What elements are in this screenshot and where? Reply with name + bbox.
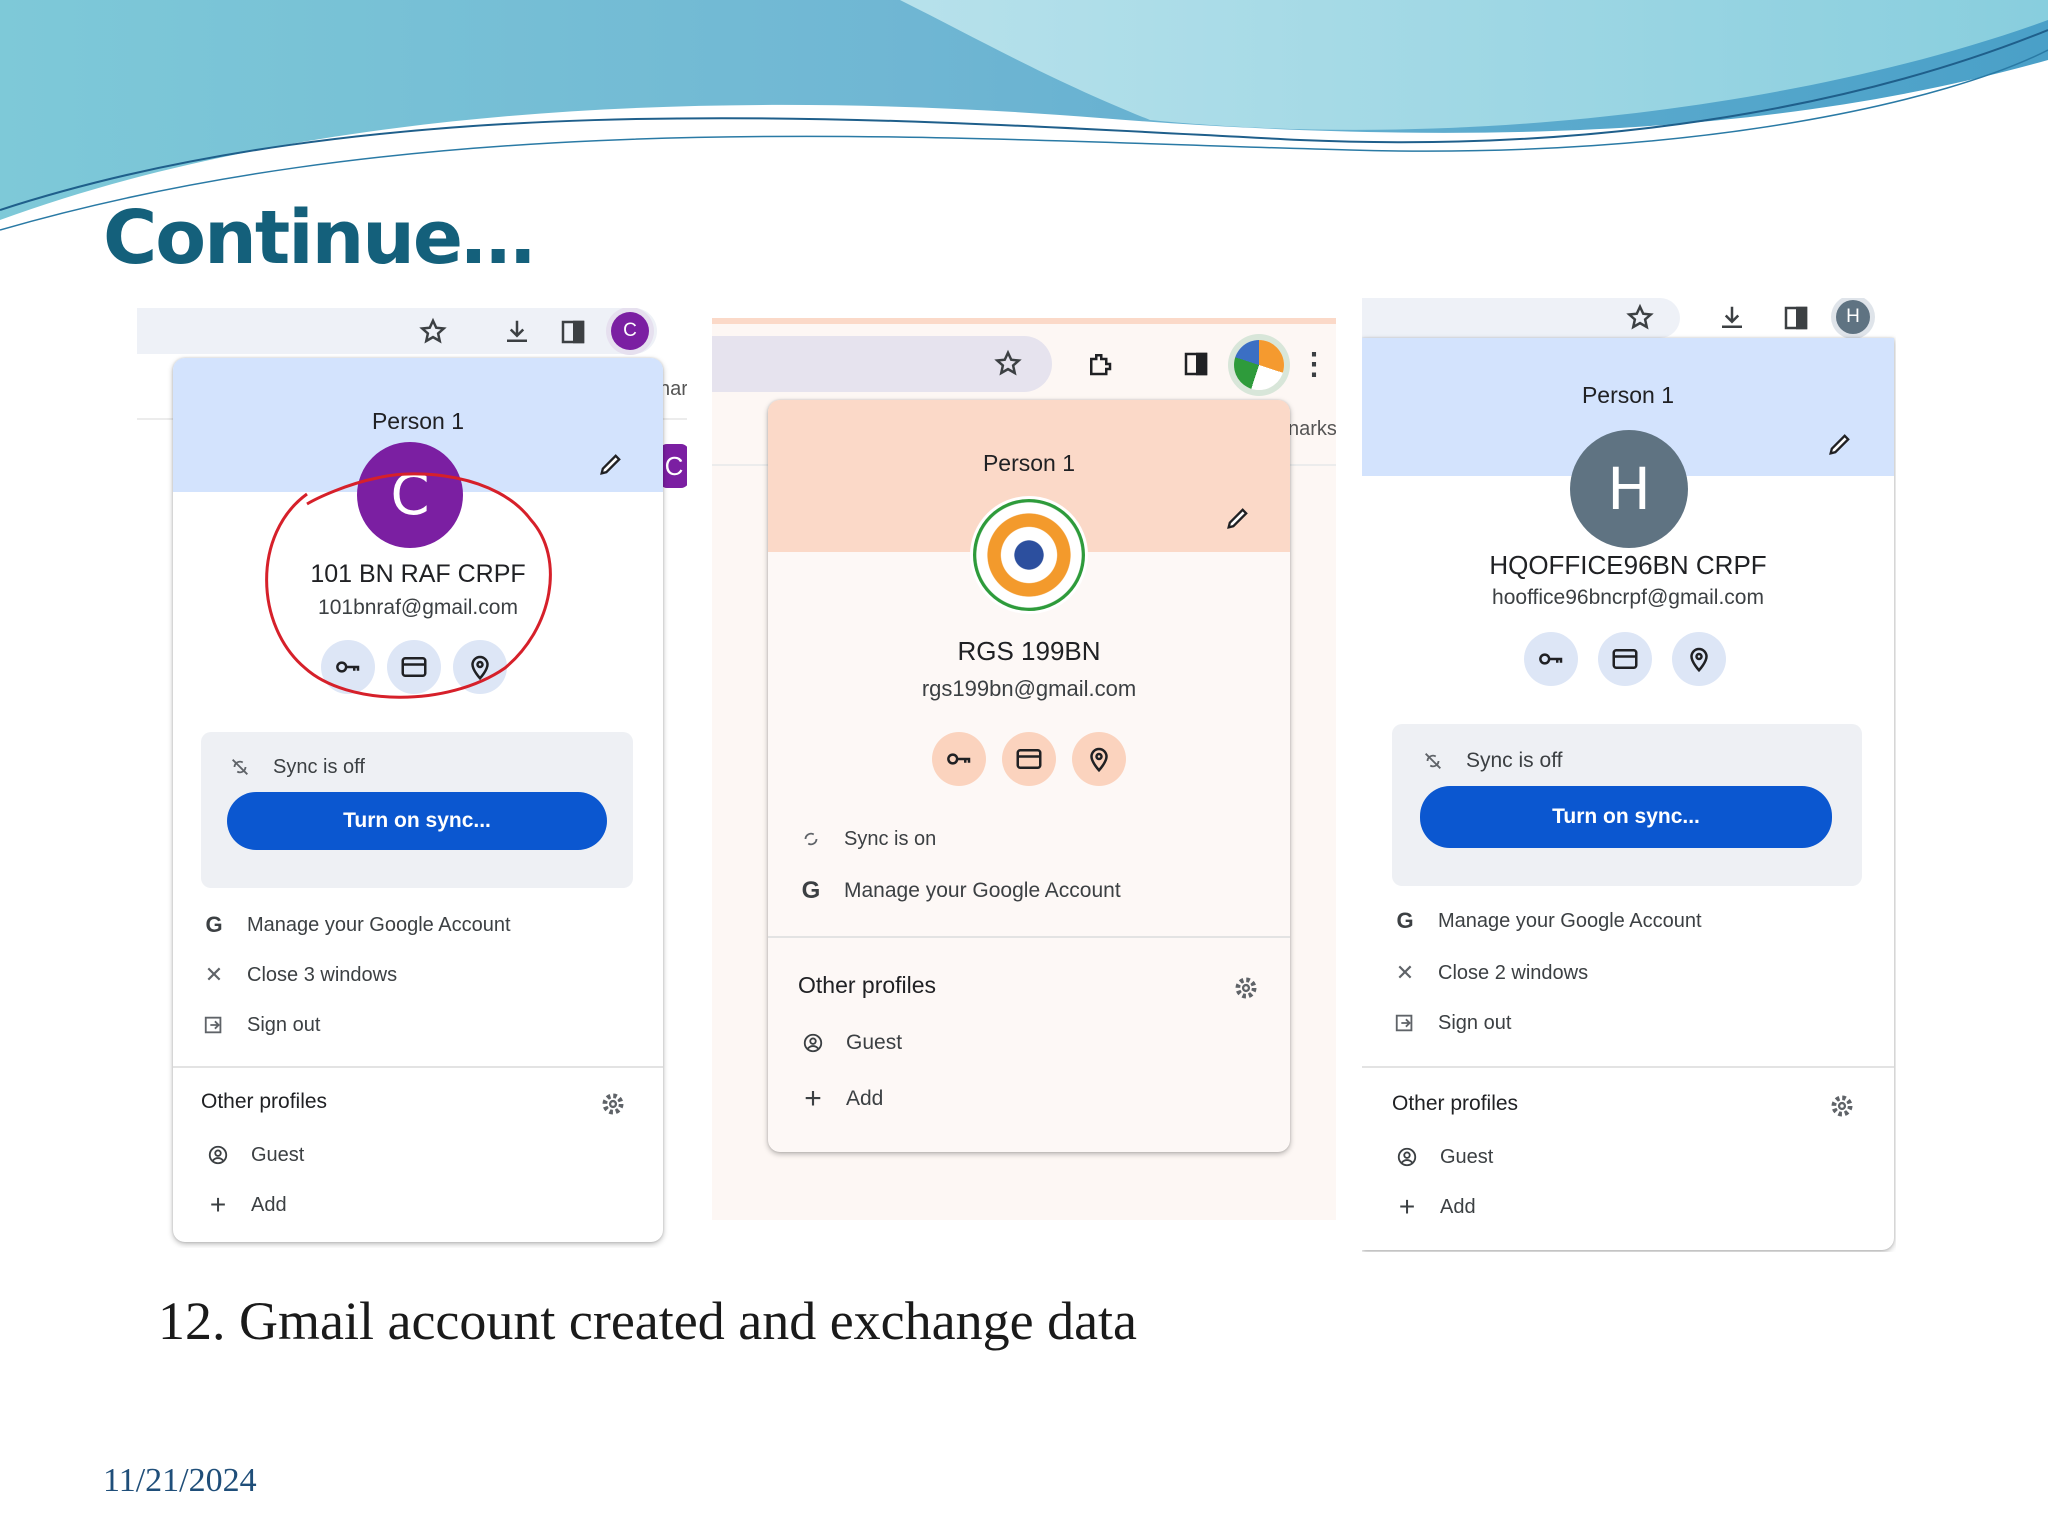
sync-status: Sync is off bbox=[227, 754, 365, 780]
side-panel-icon[interactable] bbox=[551, 310, 595, 354]
profile-menu: Person 1 C 101 BN RAF CRPF 101bnraf@gmai… bbox=[173, 358, 663, 1242]
bookmarks-peek-text: narks bbox=[1288, 418, 1336, 440]
account-email: hoofficе96bncrpf@gmail.com bbox=[1492, 586, 1764, 609]
edit-pencil-icon[interactable] bbox=[597, 450, 625, 478]
profile-label: Person 1 bbox=[982, 450, 1076, 476]
side-panel-icon[interactable] bbox=[1174, 342, 1218, 386]
sync-status: Sync is off bbox=[1420, 748, 1563, 774]
download-icon[interactable] bbox=[495, 310, 539, 354]
extensions-icon[interactable] bbox=[1078, 342, 1122, 386]
guest-avatar-icon bbox=[800, 1030, 826, 1056]
close-icon: ✕ bbox=[1395, 960, 1415, 985]
sync-on-icon bbox=[798, 826, 824, 852]
profile-menu: Person 1 RGS 199BN rgs199bn@gmail.com Sy… bbox=[768, 400, 1290, 1152]
gear-icon[interactable] bbox=[1828, 1092, 1856, 1120]
profile-add[interactable]: + Add bbox=[800, 1082, 883, 1115]
google-g-icon: G bbox=[205, 912, 223, 937]
slide-caption: 12. Gmail account created and exchange d… bbox=[158, 1291, 1138, 1351]
turn-on-sync-button[interactable]: Turn on sync... bbox=[227, 792, 607, 850]
google-g-icon: G bbox=[801, 877, 821, 904]
account-name: HQOFFICE96BN CRPF bbox=[1489, 550, 1767, 580]
profile-avatar: H bbox=[1570, 430, 1688, 548]
profile-menu: Person 1 H HQOFFICE96BN CRPF hoofficе96b… bbox=[1362, 338, 1894, 1250]
bookmark-star-icon[interactable] bbox=[986, 342, 1030, 386]
account-email: rgs199bn@gmail.com bbox=[921, 676, 1137, 701]
screenshot-profile-hqoffice96bn: H Person 1 H HQOFFICE96BN CRPF hoofficе9… bbox=[1362, 298, 1896, 1252]
edit-pencil-icon[interactable] bbox=[1826, 430, 1854, 458]
sync-off-icon bbox=[227, 754, 253, 780]
profile-avatar: C bbox=[357, 442, 463, 548]
card-icon[interactable] bbox=[1002, 732, 1056, 786]
profile-avatar-emblem bbox=[970, 496, 1088, 614]
card-icon[interactable] bbox=[1598, 632, 1652, 686]
gear-icon[interactable] bbox=[1232, 974, 1260, 1002]
bookmark-star-icon[interactable] bbox=[411, 310, 455, 354]
guest-avatar-icon bbox=[1394, 1144, 1420, 1170]
google-g-icon: G bbox=[1396, 908, 1414, 933]
section-divider bbox=[1362, 1066, 1894, 1068]
plus-icon: + bbox=[1398, 1191, 1416, 1222]
sync-status: Sync is on bbox=[798, 826, 936, 852]
card-icon[interactable] bbox=[387, 640, 441, 694]
menu-item-manage-account[interactable]: G Manage your Google Account bbox=[798, 877, 1121, 904]
peek-avatar: C bbox=[659, 444, 687, 488]
close-icon: ✕ bbox=[204, 962, 224, 987]
other-profiles-heading: Other profiles bbox=[201, 1090, 328, 1113]
gear-icon[interactable] bbox=[599, 1090, 627, 1118]
sync-off-icon bbox=[1420, 748, 1446, 774]
account-name: RGS 199BN bbox=[957, 636, 1101, 666]
location-icon[interactable] bbox=[453, 640, 507, 694]
side-panel-icon[interactable] bbox=[1774, 298, 1818, 340]
turn-on-sync-button[interactable]: Turn on sync... bbox=[1420, 786, 1832, 848]
section-divider bbox=[768, 936, 1290, 938]
guest-avatar-icon bbox=[205, 1142, 231, 1168]
profile-add[interactable]: + Add bbox=[1394, 1191, 1476, 1222]
menu-item-manage-account[interactable]: G Manage your Google Account bbox=[201, 912, 510, 938]
profile-guest[interactable]: Guest bbox=[1394, 1144, 1493, 1170]
section-divider bbox=[173, 1066, 663, 1068]
menu-item-sign-out[interactable]: Sign out bbox=[1392, 1010, 1511, 1036]
other-profiles-heading: Other profiles bbox=[1392, 1092, 1519, 1115]
profile-label: Person 1 bbox=[371, 408, 465, 434]
menu-item-close-windows[interactable]: ✕ Close 2 windows bbox=[1392, 960, 1588, 986]
key-icon[interactable] bbox=[1524, 632, 1578, 686]
profile-add[interactable]: + Add bbox=[205, 1189, 287, 1220]
account-email: 101bnraf@gmail.com bbox=[318, 596, 518, 619]
location-icon[interactable] bbox=[1672, 632, 1726, 686]
sign-out-icon bbox=[201, 1012, 227, 1038]
menu-item-close-windows[interactable]: ✕ Close 3 windows bbox=[201, 962, 397, 988]
slide: Continue… C nar C Person 1 C 101 BN RAF … bbox=[0, 0, 2048, 1536]
toolbar-profile-avatar[interactable] bbox=[1234, 340, 1284, 390]
profile-label: Person 1 bbox=[1581, 382, 1675, 408]
location-icon[interactable] bbox=[1072, 732, 1126, 786]
screenshot-profile-101bn: C nar C Person 1 C 101 BN RAF CRPF 101bn… bbox=[137, 308, 687, 1248]
key-icon[interactable] bbox=[321, 640, 375, 694]
screenshot-profile-rgs199bn: ⋮ narks Person 1 RGS 199BN rgs199bn@gmai… bbox=[712, 318, 1336, 1220]
menu-item-manage-account[interactable]: G Manage your Google Account bbox=[1392, 908, 1701, 934]
bookmark-star-icon[interactable] bbox=[1618, 298, 1662, 340]
toolbar-profile-avatar[interactable]: H bbox=[1836, 300, 1870, 334]
sign-out-icon bbox=[1392, 1010, 1418, 1036]
other-profiles-heading: Other profiles bbox=[798, 972, 937, 998]
edit-pencil-icon[interactable] bbox=[1224, 504, 1252, 532]
account-name: 101 BN RAF CRPF bbox=[310, 560, 526, 588]
toolbar-profile-avatar[interactable]: C bbox=[611, 312, 649, 350]
download-icon[interactable] bbox=[1710, 298, 1754, 340]
plus-icon: + bbox=[804, 1082, 822, 1115]
profile-guest[interactable]: Guest bbox=[205, 1142, 304, 1168]
bookmarks-peek-text: nar bbox=[659, 378, 687, 400]
slide-date: 11/21/2024 bbox=[103, 1462, 257, 1499]
key-icon[interactable] bbox=[932, 732, 986, 786]
plus-icon: + bbox=[209, 1189, 227, 1220]
slide-title: Continue… bbox=[103, 195, 535, 281]
menu-item-sign-out[interactable]: Sign out bbox=[201, 1012, 320, 1038]
tab-strip-bar bbox=[712, 318, 1336, 324]
more-menu-icon[interactable]: ⋮ bbox=[1292, 342, 1336, 386]
profile-guest[interactable]: Guest bbox=[800, 1030, 902, 1056]
